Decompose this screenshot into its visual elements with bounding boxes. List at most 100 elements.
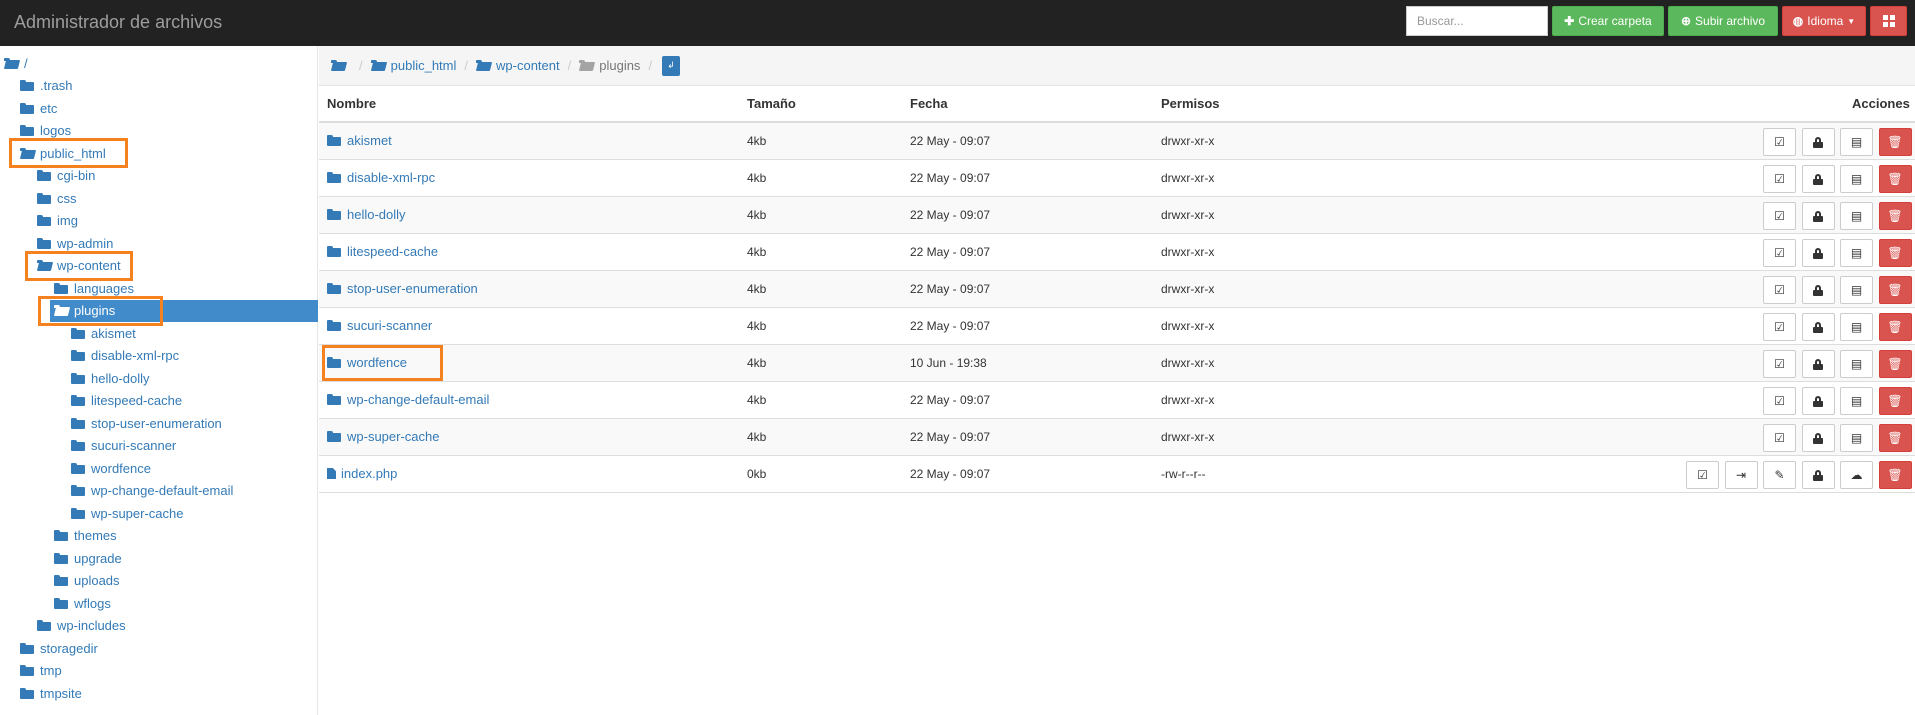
- rename-button[interactable]: ☑: [1763, 128, 1796, 156]
- column-header-size[interactable]: Tamaño: [747, 96, 796, 111]
- table-row[interactable]: stop-user-enumeration 4kb 22 May - 09:07 dr…: [319, 271, 1915, 308]
- archive-button[interactable]: ▤: [1840, 424, 1873, 452]
- trash-button[interactable]: 🗑: [1878, 128, 1912, 156]
- tree-item-wflogs[interactable]: wflogs: [54, 592, 111, 614]
- tree-item-trash[interactable]: .trash: [20, 75, 73, 97]
- folder-link[interactable]: akismet: [327, 133, 392, 148]
- rename-button[interactable]: ☑: [1763, 387, 1796, 415]
- tree-item-wp-super-cache[interactable]: wp-super-cache: [71, 502, 184, 524]
- lock-button[interactable]: [1801, 128, 1835, 156]
- tree-item-storagedir[interactable]: storagedir: [20, 637, 98, 659]
- tree-item-plugins[interactable]: plugins: [50, 299, 318, 322]
- trash-button[interactable]: 🗑: [1878, 239, 1912, 267]
- tree-item-etc[interactable]: etc: [20, 97, 57, 119]
- download-button[interactable]: ☁: [1840, 461, 1873, 489]
- rename-button[interactable]: ☑: [1763, 313, 1796, 341]
- table-row[interactable]: akismet 4kb 22 May - 09:07 drwxr-xr-x ☑ ▤ 🗑: [319, 123, 1915, 160]
- tree-item-logos[interactable]: logos: [20, 120, 71, 142]
- archive-button[interactable]: ▤: [1840, 165, 1873, 193]
- trash-button[interactable]: 🗑: [1878, 202, 1912, 230]
- folder-link[interactable]: hello-dolly: [327, 207, 406, 222]
- breadcrumb-wp-content[interactable]: wp-content: [476, 58, 560, 73]
- table-row[interactable]: wp-change-default-email 4kb 22 May - 09:07…: [319, 382, 1915, 419]
- trash-button[interactable]: 🗑: [1878, 276, 1912, 304]
- lock-button[interactable]: [1801, 461, 1835, 489]
- lock-button[interactable]: [1801, 202, 1835, 230]
- folder-link[interactable]: disable-xml-rpc: [327, 170, 435, 185]
- archive-button[interactable]: ▤: [1840, 313, 1873, 341]
- lock-button[interactable]: [1801, 239, 1835, 267]
- archive-button[interactable]: ▤: [1840, 202, 1873, 230]
- tree-item-sucuri-scanner[interactable]: sucuri-scanner: [71, 435, 176, 457]
- lock-button[interactable]: [1801, 387, 1835, 415]
- rename-button[interactable]: ☑: [1763, 276, 1796, 304]
- upload-file-button[interactable]: ⊕ Subir archivo: [1668, 6, 1778, 36]
- folder-link[interactable]: sucuri-scanner: [327, 318, 432, 333]
- trash-button[interactable]: 🗑: [1878, 165, 1912, 193]
- breadcrumb-public-html[interactable]: public_html: [370, 58, 456, 73]
- archive-button[interactable]: ▤: [1840, 387, 1873, 415]
- archive-button[interactable]: ▤: [1840, 350, 1873, 378]
- breadcrumb-action-button[interactable]: ↲: [662, 55, 681, 76]
- rename-button[interactable]: ☑: [1763, 165, 1796, 193]
- table-row[interactable]: sucuri-scanner 4kb 22 May - 09:07 drwxr-xr-…: [319, 308, 1915, 345]
- lock-button[interactable]: [1801, 424, 1835, 452]
- archive-button[interactable]: ▤: [1840, 276, 1873, 304]
- folder-link[interactable]: stop-user-enumeration: [327, 281, 478, 296]
- search-input[interactable]: [1406, 6, 1548, 36]
- tree-item-wordfence[interactable]: wordfence: [71, 457, 151, 479]
- tree-item-public-html[interactable]: public_html: [20, 142, 106, 164]
- breadcrumb-root[interactable]: [331, 60, 351, 71]
- tree-item-root[interactable]: /: [4, 52, 28, 74]
- file-link[interactable]: index.php: [327, 466, 397, 481]
- tree-item-disable-xml-rpc[interactable]: disable-xml-rpc: [71, 345, 179, 367]
- trash-button[interactable]: 🗑: [1878, 387, 1912, 415]
- tree-item-img[interactable]: img: [37, 210, 78, 232]
- tree-item-themes[interactable]: themes: [54, 525, 117, 547]
- table-row[interactable]: litespeed-cache 4kb 22 May - 09:07 drwxr-xr…: [319, 234, 1915, 271]
- trash-button[interactable]: 🗑: [1878, 350, 1912, 378]
- tree-item-wp-admin[interactable]: wp-admin: [37, 232, 113, 254]
- trash-button[interactable]: 🗑: [1878, 313, 1912, 341]
- folder-link[interactable]: wp-change-default-email: [327, 392, 489, 407]
- tree-item-stop-user-enumeration[interactable]: stop-user-enumeration: [71, 412, 222, 434]
- table-row[interactable]: index.php 0kb 22 May - 09:07 -rw-r--r-- ☑ ⇥ ✎ ☁…: [319, 456, 1915, 493]
- folder-link[interactable]: wp-super-cache: [327, 429, 440, 444]
- grid-view-button[interactable]: [1870, 6, 1907, 36]
- lock-button[interactable]: [1801, 165, 1835, 193]
- create-folder-button[interactable]: ✚ Crear carpeta: [1552, 6, 1664, 36]
- tree-item-akismet[interactable]: akismet: [71, 322, 136, 344]
- tree-item-tmpsite[interactable]: tmpsite: [20, 682, 82, 704]
- folder-link[interactable]: litespeed-cache: [327, 244, 438, 259]
- lock-button[interactable]: [1801, 350, 1835, 378]
- table-row[interactable]: hello-dolly 4kb 22 May - 09:07 drwxr-xr-x ☑ ▤…: [319, 197, 1915, 234]
- trash-button[interactable]: 🗑: [1878, 461, 1912, 489]
- table-row[interactable]: disable-xml-rpc 4kb 22 May - 09:07 drwxr-xr…: [319, 160, 1915, 197]
- lock-button[interactable]: [1801, 276, 1835, 304]
- rename-button[interactable]: ☑: [1763, 350, 1796, 378]
- rename-button[interactable]: ☑: [1763, 424, 1796, 452]
- tree-item-wp-content[interactable]: wp-content: [37, 255, 121, 277]
- tree-item-wp-includes[interactable]: wp-includes: [37, 615, 126, 637]
- language-dropdown-button[interactable]: ◍ Idioma ▼: [1782, 6, 1866, 36]
- column-header-permissions[interactable]: Permisos: [1161, 96, 1220, 111]
- rename-button[interactable]: ☑: [1763, 202, 1796, 230]
- tree-item-tmp[interactable]: tmp: [20, 660, 62, 682]
- tree-item-uploads[interactable]: uploads: [54, 570, 120, 592]
- rename-button[interactable]: ☑: [1763, 239, 1796, 267]
- tree-item-hello-dolly[interactable]: hello-dolly: [71, 367, 150, 389]
- rename-button[interactable]: ☑: [1686, 461, 1719, 489]
- folder-link[interactable]: wordfence: [327, 355, 407, 370]
- tree-item-languages[interactable]: languages: [54, 277, 134, 299]
- trash-button[interactable]: 🗑: [1878, 424, 1912, 452]
- tree-item-css[interactable]: css: [37, 187, 77, 209]
- tree-item-litespeed-cache[interactable]: litespeed-cache: [71, 390, 182, 412]
- lock-button[interactable]: [1801, 313, 1835, 341]
- archive-button[interactable]: ▤: [1840, 239, 1873, 267]
- column-header-date[interactable]: Fecha: [910, 96, 948, 111]
- tree-item-cgi-bin[interactable]: cgi-bin: [37, 165, 95, 187]
- tree-item-wp-change-default-email[interactable]: wp-change-default-email: [71, 480, 233, 502]
- move-button[interactable]: ⇥: [1724, 461, 1758, 489]
- archive-button[interactable]: ▤: [1840, 128, 1873, 156]
- tree-item-upgrade[interactable]: upgrade: [54, 547, 122, 569]
